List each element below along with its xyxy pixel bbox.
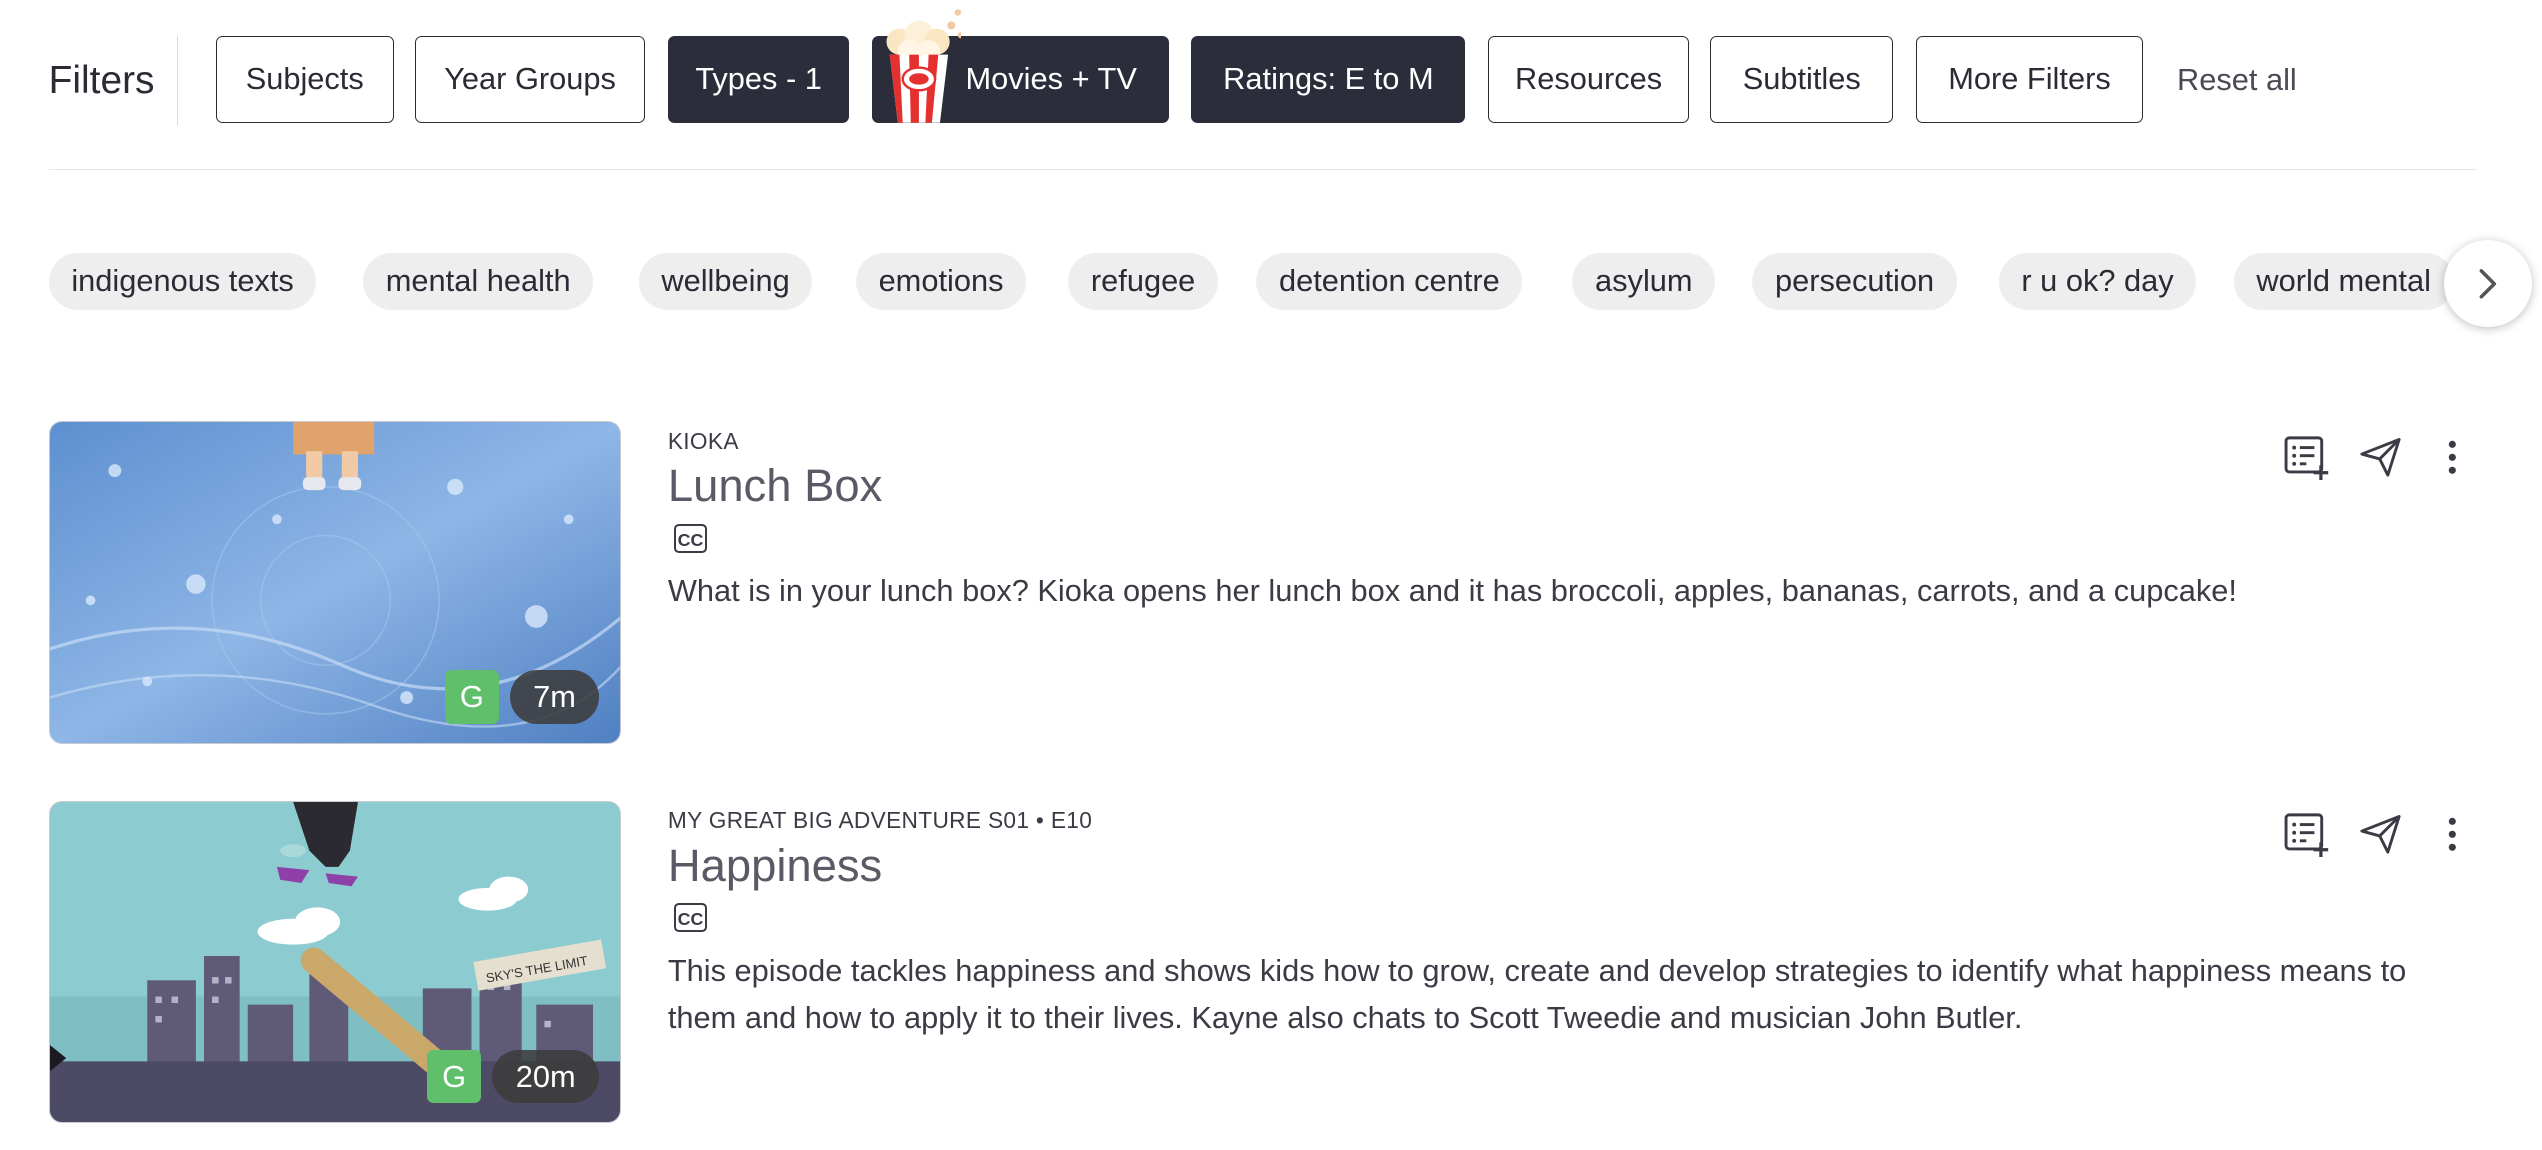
tag-chip[interactable]: asylum — [1572, 252, 1716, 310]
duration-badge: 20m — [492, 1049, 600, 1104]
more-options-icon[interactable] — [2428, 433, 2477, 482]
filter-movies-tv-label: Movies + TV — [965, 61, 1137, 97]
rating-badge: G — [427, 1049, 481, 1104]
share-send-icon[interactable] — [2357, 810, 2406, 859]
filter-resources-button[interactable]: Resources — [1488, 35, 1690, 124]
reset-all-link[interactable]: Reset all — [2177, 36, 2297, 124]
more-options-icon[interactable] — [2428, 810, 2477, 859]
result-title[interactable]: Lunch Box — [668, 460, 882, 512]
filter-ratings-button[interactable]: Ratings: E to M — [1191, 35, 1466, 124]
tag-chip-row: indigenous texts mental health wellbeing… — [48, 252, 2477, 311]
tag-chip[interactable]: indigenous texts — [48, 252, 317, 310]
result-thumbnail[interactable]: G 7m — [48, 421, 621, 745]
tag-chip[interactable]: persecution — [1752, 252, 1957, 310]
tags-next-button[interactable] — [2444, 239, 2532, 328]
add-to-playlist-icon[interactable] — [2282, 433, 2331, 482]
share-send-icon[interactable] — [2357, 433, 2406, 482]
closed-captions-icon: CC — [674, 902, 707, 933]
filter-subjects-button[interactable]: Subjects — [215, 35, 394, 124]
result-series: KIOKA — [667, 427, 739, 454]
filter-subtitles-button[interactable]: Subtitles — [1710, 35, 1894, 124]
result-description: What is in your lunch box? Kioka opens h… — [667, 573, 2237, 609]
result-item: SKY'S THE LIMIT G 20m MY GREAT BIG ADVEN… — [48, 800, 2477, 1125]
popcorn-icon — [886, 9, 962, 124]
add-to-playlist-icon[interactable] — [2282, 810, 2331, 859]
filter-divider — [48, 168, 2477, 171]
duration-badge: 7m — [509, 670, 600, 724]
result-thumbnail[interactable]: SKY'S THE LIMIT G 20m — [48, 800, 621, 1124]
filters-label-wrap: Filters — [49, 35, 179, 127]
tag-chip[interactable]: detention centre — [1256, 252, 1523, 310]
result-series: MY GREAT BIG ADVENTURE S01 • E10 — [667, 807, 1093, 834]
tag-chip[interactable]: mental health — [363, 252, 594, 310]
tag-chip[interactable]: world mental — [2233, 252, 2454, 310]
tag-chip[interactable]: r u ok? day — [1998, 252, 2197, 310]
result-title[interactable]: Happiness — [668, 840, 882, 892]
tag-chip[interactable]: emotions — [855, 252, 1027, 310]
tag-chip[interactable]: wellbeing — [638, 252, 813, 310]
filter-year-groups-button[interactable]: Year Groups — [414, 35, 646, 124]
filter-types-button[interactable]: Types - 1 — [667, 35, 850, 124]
filter-more-filters-button[interactable]: More Filters — [1916, 35, 2143, 124]
result-item: G 7m KIOKA Lunch Box CC What is in your … — [48, 421, 2477, 745]
filters-title: Filters — [49, 35, 179, 127]
tag-chip[interactable]: refugee — [1068, 252, 1218, 310]
rating-badge: G — [445, 670, 499, 724]
chevron-right-icon — [2479, 268, 2497, 299]
result-description: This episode tackles happiness and shows… — [667, 952, 2407, 1035]
closed-captions-icon: CC — [674, 523, 707, 553]
